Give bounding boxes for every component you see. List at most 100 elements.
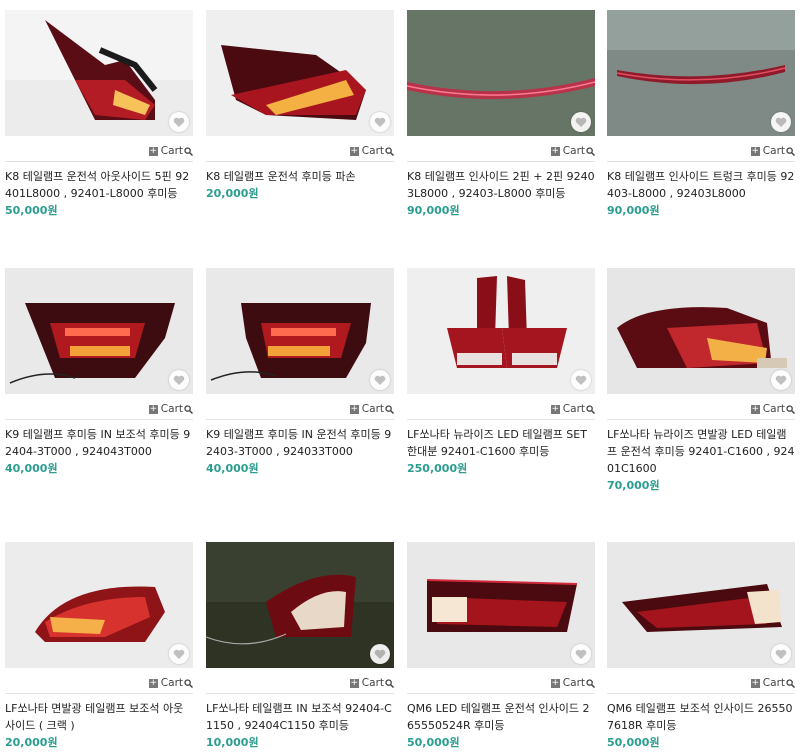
product-card[interactable]: + Cart K8 테일램프 인사이드 2핀 + 2핀 92403L8000 ,… [407,10,595,219]
product-title[interactable]: K9 테일램프 후미등 IN 보조석 후미등 92404-3T000 , 924… [5,426,193,460]
add-to-cart-button[interactable]: + Cart [349,145,394,157]
search-icon [385,678,394,688]
plus-icon: + [550,677,560,688]
add-to-cart-button[interactable]: + Cart [349,403,394,415]
product-thumbnail[interactable] [607,10,795,136]
cart-label: Cart [160,145,183,157]
product-card[interactable]: + Cart LF쏘나타 뉴라이즈 면발광 LED 테일램프 운전석 후미등 9… [607,268,795,494]
add-to-cart-button[interactable]: + Cart [750,403,795,415]
add-to-cart-button[interactable]: + Cart [550,145,595,157]
product-card[interactable]: + Cart QM6 테일램프 보조석 인사이드 265507618R 후미등 … [607,542,795,751]
cart-row: + Cart [206,144,394,158]
product-title[interactable]: K8 테일램프 운전석 아웃사이드 5핀 92401L8000 , 92401-… [5,168,193,202]
wishlist-heart-button[interactable] [771,370,791,390]
product-thumbnail[interactable] [206,542,394,668]
add-to-cart-button[interactable]: + Cart [550,677,595,689]
cart-label: Cart [361,403,384,415]
search-icon [184,146,193,156]
cart-row: + Cart [407,144,595,158]
product-thumbnail[interactable] [407,542,595,668]
product-grid: + Cart K8 테일램프 운전석 아웃사이드 5핀 92401L8000 ,… [0,0,800,752]
product-thumbnail[interactable] [407,268,595,394]
product-price: 20,000원 [206,187,259,200]
product-title[interactable]: K8 테일램프 운전석 후미등 파손 [206,168,394,185]
wishlist-heart-button[interactable] [169,112,189,132]
divider [407,161,595,162]
product-title[interactable]: QM6 LED 테일램프 운전석 인사이드 265550524R 후미등 [407,700,595,734]
divider [407,419,595,420]
cart-row: + Cart [206,676,394,690]
product-card[interactable]: + Cart K9 테일램프 후미등 IN 보조석 후미등 92404-3T00… [5,268,193,477]
wishlist-heart-button[interactable] [571,112,591,132]
add-to-cart-button[interactable]: + Cart [550,403,595,415]
product-title[interactable]: K8 테일램프 인사이드 2핀 + 2핀 92403L8000 , 92403-… [407,168,595,202]
product-title[interactable]: QM6 테일램프 보조석 인사이드 265507618R 후미등 [607,700,795,734]
product-title[interactable]: K8 테일램프 인사이드 트렁크 후미등 92403-L8000 , 92403… [607,168,795,202]
product-thumbnail[interactable] [607,268,795,394]
cart-label: Cart [762,677,785,689]
product-price: 90,000원 [607,204,660,217]
cart-label: Cart [762,145,785,157]
product-thumbnail[interactable] [206,10,394,136]
product-title[interactable]: K9 테일램프 후미등 IN 운전석 후미등 92403-3T000 , 924… [206,426,394,460]
product-thumbnail[interactable] [206,268,394,394]
plus-icon: + [148,677,158,688]
product-thumbnail[interactable] [5,268,193,394]
product-card[interactable]: + Cart K9 테일램프 후미등 IN 운전석 후미등 92403-3T00… [206,268,394,477]
add-to-cart-button[interactable]: + Cart [148,145,193,157]
plus-icon: + [349,145,359,156]
product-price: 20,000원 [5,736,58,749]
product-card[interactable]: + Cart K8 테일램프 운전석 아웃사이드 5핀 92401L8000 ,… [5,10,193,219]
wishlist-heart-button[interactable] [771,644,791,664]
cart-label: Cart [361,677,384,689]
divider [206,161,394,162]
product-card[interactable]: + Cart LF쏘나타 뉴라이즈 LED 테일램프 SET 한대분 92401… [407,268,595,477]
divider [607,161,795,162]
search-icon [385,404,394,414]
product-title[interactable]: LF쏘나타 면발광 테일램프 보조석 아웃사이드 ( 크랙 ) [5,700,193,734]
product-thumbnail[interactable] [5,10,193,136]
product-card[interactable]: + Cart K8 테일램프 운전석 후미등 파손 20,000원 [206,10,394,202]
search-icon [184,404,193,414]
search-icon [184,678,193,688]
wishlist-heart-button[interactable] [169,370,189,390]
product-card[interactable]: + Cart K8 테일램프 인사이드 트렁크 후미등 92403-L8000 … [607,10,795,219]
heart-icon [173,649,185,659]
product-price: 90,000원 [407,204,460,217]
add-to-cart-button[interactable]: + Cart [750,677,795,689]
plus-icon: + [750,677,760,688]
product-thumbnail[interactable] [5,542,193,668]
product-price: 50,000원 [5,204,58,217]
heart-icon [374,117,386,127]
add-to-cart-button[interactable]: + Cart [148,403,193,415]
wishlist-heart-button[interactable] [169,644,189,664]
add-to-cart-button[interactable]: + Cart [349,677,394,689]
divider [607,419,795,420]
search-icon [786,678,795,688]
wishlist-heart-button[interactable] [571,644,591,664]
wishlist-heart-button[interactable] [370,370,390,390]
divider [206,693,394,694]
product-title[interactable]: LF쏘나타 뉴라이즈 LED 테일램프 SET 한대분 92401-C1600 … [407,426,595,460]
product-card[interactable]: + Cart LF쏘나타 면발광 테일램프 보조석 아웃사이드 ( 크랙 ) 2… [5,542,193,751]
divider [407,693,595,694]
search-icon [586,146,595,156]
cart-label: Cart [160,403,183,415]
wishlist-heart-button[interactable] [571,370,591,390]
product-price: 40,000원 [5,462,58,475]
wishlist-heart-button[interactable] [370,112,390,132]
wishlist-heart-button[interactable] [771,112,791,132]
add-to-cart-button[interactable]: + Cart [148,677,193,689]
cart-row: + Cart [607,676,795,690]
plus-icon: + [550,145,560,156]
product-thumbnail[interactable] [407,10,595,136]
product-title[interactable]: LF쏘나타 뉴라이즈 면발광 LED 테일램프 운전석 후미등 92401-C1… [607,426,795,477]
search-icon [586,404,595,414]
wishlist-heart-button[interactable] [370,644,390,664]
cart-label: Cart [562,677,585,689]
product-card[interactable]: + Cart LF쏘나타 테일램프 IN 보조석 92404-C1150 , 9… [206,542,394,751]
add-to-cart-button[interactable]: + Cart [750,145,795,157]
product-thumbnail[interactable] [607,542,795,668]
product-title[interactable]: LF쏘나타 테일램프 IN 보조석 92404-C1150 , 92404C11… [206,700,394,734]
product-card[interactable]: + Cart QM6 LED 테일램프 운전석 인사이드 265550524R … [407,542,595,751]
